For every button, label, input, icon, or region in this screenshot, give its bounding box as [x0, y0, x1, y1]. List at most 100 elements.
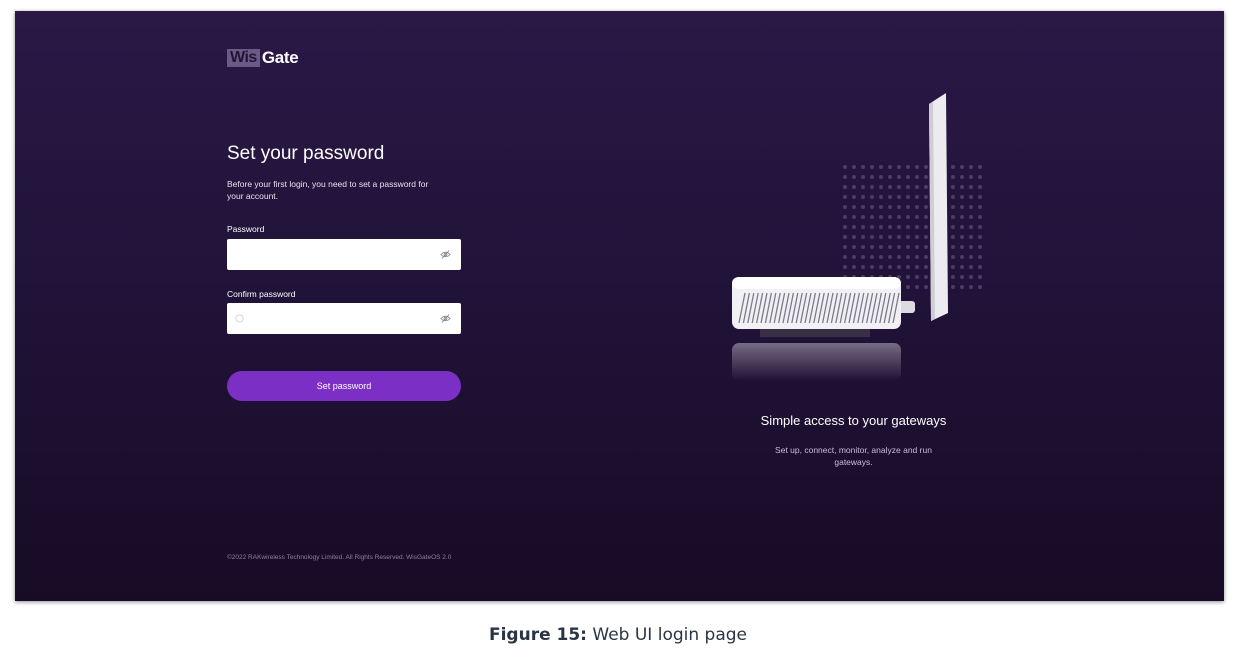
dot-pattern	[888, 265, 892, 269]
dot-pattern	[843, 245, 847, 249]
copyright-footer: ©2022 RAKwireless Technology Limited. Al…	[227, 554, 452, 561]
dot-pattern	[915, 265, 919, 269]
dot-pattern	[924, 185, 928, 189]
dot-pattern	[870, 245, 874, 249]
dot-pattern	[915, 255, 919, 259]
dot-pattern	[879, 215, 883, 219]
dot-pattern	[888, 215, 892, 219]
dot-pattern	[969, 225, 973, 229]
dot-pattern	[888, 195, 892, 199]
dot-pattern	[897, 185, 901, 189]
dot-pattern	[978, 175, 982, 179]
dot-pattern	[924, 195, 928, 199]
dot-pattern	[897, 265, 901, 269]
dot-pattern	[978, 225, 982, 229]
dot-pattern	[843, 215, 847, 219]
dot-pattern	[906, 185, 910, 189]
dot-pattern	[915, 185, 919, 189]
dot-pattern	[897, 245, 901, 249]
dot-pattern	[888, 235, 892, 239]
dot-pattern	[924, 285, 928, 289]
dot-pattern	[978, 275, 982, 279]
dot-pattern	[960, 285, 964, 289]
dot-pattern	[888, 185, 892, 189]
dot-pattern	[969, 195, 973, 199]
dot-pattern	[879, 165, 883, 169]
dot-pattern	[852, 175, 856, 179]
dot-pattern	[888, 165, 892, 169]
figure-caption: Figure 15: Web UI login page	[0, 625, 1236, 645]
dot-pattern	[960, 185, 964, 189]
dot-pattern	[888, 175, 892, 179]
promo-subtitle: Set up, connect, monitor, analyze and ru…	[775, 445, 932, 467]
dot-pattern	[951, 165, 955, 169]
dot-pattern	[861, 235, 865, 239]
page-title: Set your password	[227, 143, 385, 164]
dot-pattern	[906, 165, 910, 169]
dot-pattern	[870, 185, 874, 189]
dot-pattern	[951, 275, 955, 279]
dot-pattern	[915, 195, 919, 199]
dot-pattern	[888, 225, 892, 229]
dot-pattern	[960, 215, 964, 219]
confirm-password-field-wrapper	[227, 303, 461, 334]
dot-pattern	[978, 265, 982, 269]
dot-pattern	[852, 235, 856, 239]
dot-pattern	[897, 225, 901, 229]
dot-pattern	[852, 255, 856, 259]
dot-pattern	[906, 235, 910, 239]
dot-pattern	[870, 225, 874, 229]
dot-pattern	[969, 215, 973, 219]
confirm-password-input[interactable]	[249, 303, 443, 334]
dot-pattern	[924, 165, 928, 169]
dot-pattern	[897, 195, 901, 199]
dot-pattern	[870, 175, 874, 179]
dot-pattern	[969, 275, 973, 279]
dot-pattern	[960, 235, 964, 239]
dot-pattern	[969, 255, 973, 259]
dot-pattern	[978, 235, 982, 239]
dot-pattern	[969, 165, 973, 169]
dot-pattern	[870, 265, 874, 269]
dot-pattern	[915, 165, 919, 169]
caption-text: Web UI login page	[592, 625, 747, 645]
dot-pattern	[906, 255, 910, 259]
dot-pattern	[960, 175, 964, 179]
dot-pattern	[924, 245, 928, 249]
dot-pattern	[969, 285, 973, 289]
dot-pattern	[924, 275, 928, 279]
caption-label: Figure 15:	[488, 625, 587, 645]
password-input[interactable]	[249, 239, 443, 270]
dot-pattern	[906, 245, 910, 249]
dot-pattern	[978, 285, 982, 289]
dot-pattern	[843, 265, 847, 269]
dot-pattern	[924, 175, 928, 179]
dot-pattern	[951, 215, 955, 219]
dot-pattern	[906, 265, 910, 269]
dot-pattern	[951, 285, 955, 289]
dot-pattern	[906, 285, 910, 289]
dot-pattern	[978, 215, 982, 219]
dot-pattern	[843, 205, 847, 209]
dot-pattern	[897, 215, 901, 219]
gateway-illustration	[732, 93, 982, 381]
set-password-button[interactable]: Set password	[227, 371, 461, 401]
dot-pattern	[951, 195, 955, 199]
eye-off-icon[interactable]	[440, 249, 451, 260]
dot-pattern	[879, 175, 883, 179]
dot-pattern	[897, 255, 901, 259]
dot-pattern	[924, 235, 928, 239]
dot-pattern	[906, 275, 910, 279]
dot-pattern	[879, 195, 883, 199]
lock-icon	[235, 314, 244, 323]
dot-pattern	[897, 205, 901, 209]
eye-off-icon[interactable]	[440, 313, 451, 324]
dot-pattern	[915, 235, 919, 239]
confirm-password-label: Confirm password	[227, 289, 296, 299]
logo-wis: Wis	[227, 49, 260, 67]
dot-pattern	[960, 275, 964, 279]
dot-pattern	[924, 205, 928, 209]
dot-pattern	[861, 165, 865, 169]
dot-pattern	[951, 245, 955, 249]
dot-pattern	[888, 245, 892, 249]
